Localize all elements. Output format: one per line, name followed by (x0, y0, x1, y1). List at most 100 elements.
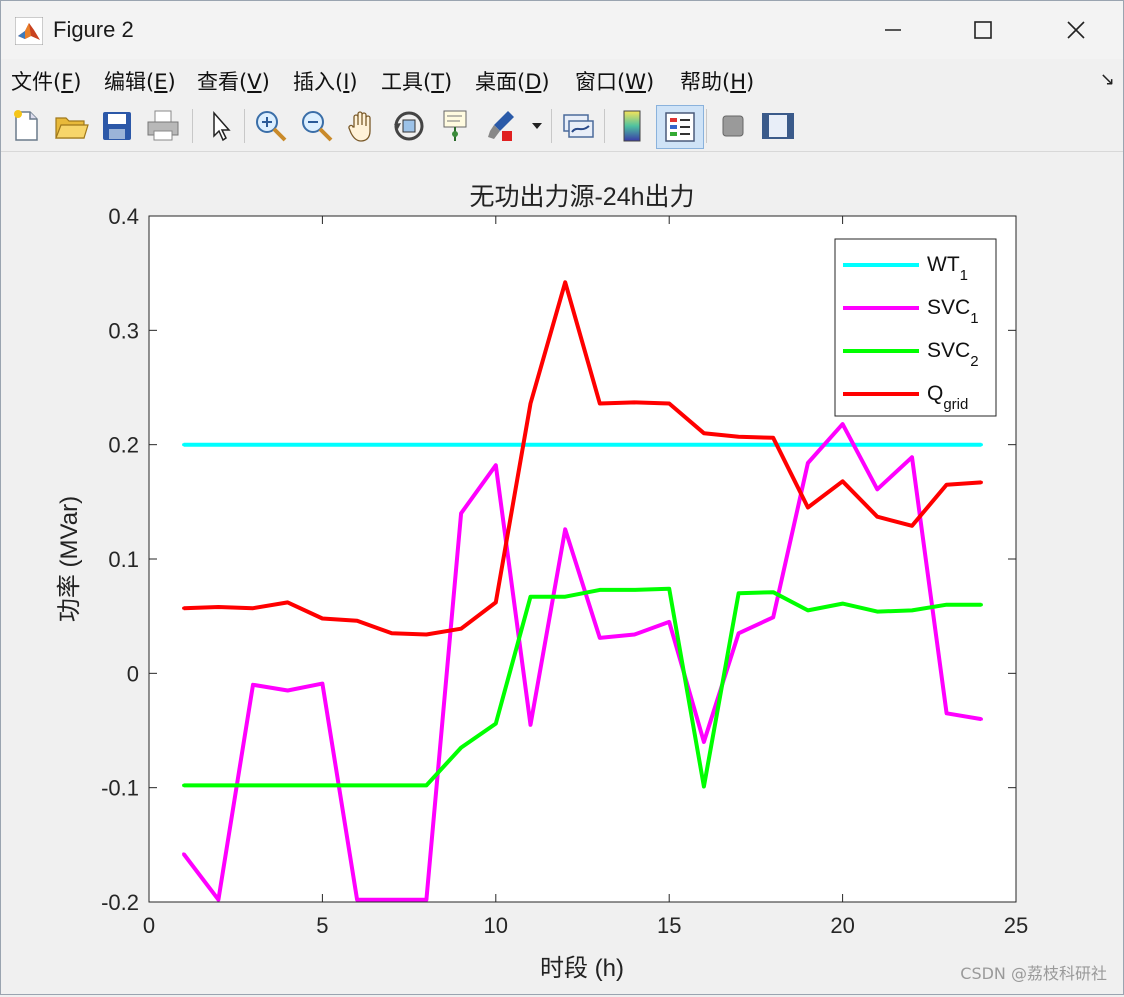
pointer-icon[interactable] (201, 107, 239, 145)
data-point (355, 443, 359, 447)
data-point (182, 606, 186, 610)
zoom-out-icon[interactable] (298, 107, 336, 145)
data-point (390, 898, 394, 902)
y-axis-label: 功率 (MVar) (56, 496, 83, 622)
data-point (979, 603, 983, 607)
menu-tools[interactable]: 工具(T) (381, 66, 452, 96)
data-point (736, 443, 741, 447)
data-point (598, 588, 602, 592)
minimize-icon (885, 29, 901, 31)
maximize-button[interactable] (960, 9, 1006, 51)
x-tick-label: 0 (143, 913, 155, 938)
data-point (251, 443, 255, 447)
data-point (251, 683, 255, 687)
legend[interactable]: WT1SVC1SVC2Qgrid (834, 238, 997, 417)
data-point (736, 591, 741, 595)
data-point (459, 746, 463, 750)
maximize-icon (974, 21, 992, 39)
data-point (528, 595, 533, 599)
data-point (632, 588, 637, 592)
new-file-icon[interactable] (7, 107, 45, 145)
data-point (182, 852, 186, 856)
menu-view[interactable]: 查看(V) (197, 66, 270, 96)
open-folder-icon[interactable] (52, 107, 90, 145)
data-point (979, 443, 983, 447)
data-point (216, 605, 220, 609)
colorbar-icon[interactable] (613, 107, 651, 145)
save-icon[interactable] (98, 107, 136, 145)
data-point (702, 443, 706, 447)
menu-bar: 文件(F) 编辑(E) 查看(V) 插入(I) 工具(T) 桌面(D) 窗口(W… (1, 61, 1123, 99)
data-point (424, 898, 429, 902)
data-point (355, 783, 359, 787)
data-point (736, 631, 741, 635)
data-point (320, 616, 324, 621)
data-cursor-icon[interactable] (436, 107, 474, 145)
menu-edit[interactable]: 编辑(E) (104, 66, 176, 96)
x-tick-labels: 0 5 10 15 20 25 (143, 913, 1028, 938)
data-point (320, 443, 324, 447)
menu-window[interactable]: 窗口(W) (575, 66, 654, 96)
data-point (598, 443, 602, 447)
data-point (494, 443, 498, 447)
matlab-logo-icon (15, 17, 43, 45)
menu-help[interactable]: 帮助(H) (680, 66, 754, 96)
data-point (494, 722, 498, 726)
close-button[interactable] (1053, 9, 1099, 51)
data-point (494, 600, 498, 605)
brush-dropdown-icon[interactable] (527, 107, 547, 145)
data-point (945, 443, 949, 447)
x-axis-label: 时段 (h) (540, 955, 624, 982)
data-point (875, 443, 879, 447)
x-tick-label: 5 (316, 913, 328, 938)
menu-desktop[interactable]: 桌面(D) (475, 66, 550, 96)
data-point (875, 487, 879, 491)
y-tick-label: 0 (127, 661, 139, 686)
hide-plot-tools-icon[interactable] (714, 107, 752, 145)
watermark: CSDN @荔枝科研社 (960, 964, 1107, 983)
line-chart[interactable]: 0 5 10 15 20 25 -0.2 -0.1 0 0.1 0.2 0.3 0.4 无功出力源-2… (2, 153, 1122, 993)
data-point (806, 505, 810, 510)
data-point (702, 784, 706, 789)
plot-area: 0 5 10 15 20 25 -0.2 -0.1 0 0.1 0.2 0.3 0.4 无功出力源-2… (2, 153, 1122, 993)
data-point (632, 400, 637, 404)
data-point (390, 443, 394, 447)
close-icon (1067, 21, 1085, 39)
figure-toolbar (1, 101, 1123, 152)
print-icon[interactable] (144, 107, 182, 145)
pan-hand-icon[interactable] (344, 107, 382, 145)
data-point (875, 609, 879, 614)
toolbar-separator (604, 109, 605, 143)
data-point (806, 461, 810, 465)
menu-insert[interactable]: 插入(I) (293, 66, 358, 96)
data-point (216, 783, 220, 787)
data-point (528, 723, 533, 727)
y-tick-label: 0.4 (108, 204, 139, 229)
data-point (251, 606, 255, 610)
data-point (286, 688, 290, 693)
legend-toggle-button[interactable] (656, 105, 704, 149)
rotate-3d-icon[interactable] (390, 107, 428, 145)
data-point (910, 443, 914, 447)
data-point (806, 608, 810, 613)
data-point (910, 608, 914, 613)
data-point (563, 595, 567, 599)
menu-file[interactable]: 文件(F) (11, 66, 82, 96)
data-point (806, 443, 810, 447)
dock-figure-icon[interactable]: ↘ (1100, 69, 1115, 90)
data-point (563, 280, 567, 284)
data-point (320, 682, 324, 686)
brush-icon[interactable] (482, 107, 520, 145)
data-point (945, 711, 949, 715)
link-plot-icon[interactable] (559, 107, 597, 145)
data-point (910, 524, 914, 528)
toolbar-separator (192, 109, 193, 143)
show-plot-tools-icon[interactable] (759, 107, 797, 145)
minimize-button[interactable] (870, 9, 916, 51)
data-point (702, 740, 706, 744)
y-tick-label: 0.2 (108, 433, 139, 458)
zoom-in-icon[interactable] (252, 107, 290, 145)
data-point (736, 435, 741, 439)
data-point (667, 587, 671, 591)
data-point (598, 401, 602, 406)
